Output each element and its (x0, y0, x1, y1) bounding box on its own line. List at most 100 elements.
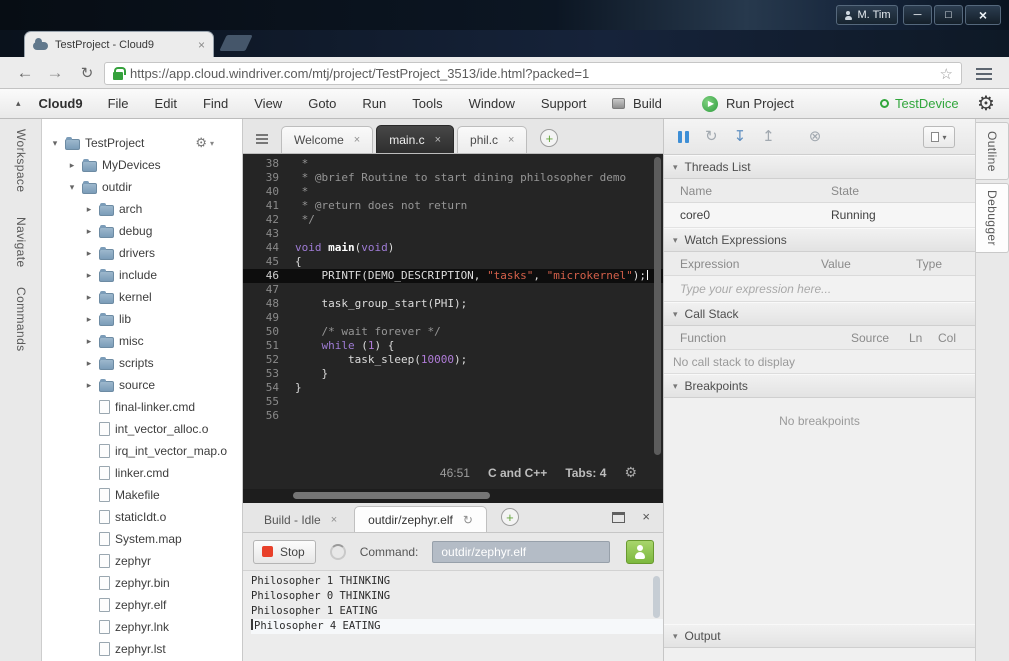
gutter-line-number[interactable]: 40 (243, 185, 279, 199)
callstack-section-header[interactable]: ▾ Call Stack (664, 302, 975, 326)
console-tab-zephyr[interactable]: outdir/zephyr.elf ↻ (354, 506, 487, 532)
menu-edit[interactable]: Edit (142, 96, 190, 111)
gutter-line-number[interactable]: 49 (243, 311, 279, 325)
editor-tab-main-c[interactable]: main.c × (376, 125, 455, 153)
rail-tab-outline[interactable]: Outline (976, 122, 1009, 180)
gutter-line-number[interactable]: 43 (243, 227, 279, 241)
editor-vertical-scrollbar[interactable] (654, 157, 661, 455)
syntax-mode[interactable]: C and C++ (488, 466, 547, 480)
gutter-line-number[interactable]: 50 (243, 325, 279, 339)
menu-window[interactable]: Window (456, 96, 528, 111)
build-button[interactable]: Build (612, 89, 662, 118)
gutter-line-number[interactable]: 51 (243, 339, 279, 353)
menu-run[interactable]: Run (349, 96, 399, 111)
gutter-line-number[interactable]: 41 (243, 199, 279, 213)
gutter-line-number[interactable]: 55 (243, 395, 279, 409)
tree-item[interactable]: ▸ misc (42, 330, 242, 352)
tree-item[interactable]: ▸ drivers (42, 242, 242, 264)
browser-menu-button[interactable] (972, 63, 996, 84)
pause-button[interactable] (678, 130, 689, 143)
back-button[interactable]: ← (12, 60, 38, 86)
user-button[interactable]: M. Tim (836, 5, 898, 25)
minimize-button[interactable]: ─ (903, 5, 932, 25)
editor-tab-welcome[interactable]: Welcome × (281, 126, 374, 153)
rail-tab-workspace[interactable]: Workspace (14, 129, 28, 192)
run-target-button[interactable] (626, 539, 655, 564)
menu-find[interactable]: Find (190, 96, 241, 111)
menu-support[interactable]: Support (528, 96, 600, 111)
tree-item[interactable]: staticIdt.o (42, 506, 242, 528)
threads-section-header[interactable]: ▾ Threads List (664, 155, 975, 179)
forward-button[interactable]: → (42, 60, 68, 86)
tab-close-icon[interactable]: × (198, 39, 205, 51)
tree-item[interactable]: ▾ outdir (42, 176, 242, 198)
code-area[interactable]: 38 * 39 * @brief Routine to start dining … (243, 157, 663, 423)
gutter-line-number[interactable]: 45 (243, 255, 279, 269)
tree-item[interactable]: zephyr.bin (42, 572, 242, 594)
tree-item[interactable]: System.map (42, 528, 242, 550)
step-out-button[interactable]: ↥ (762, 129, 775, 144)
tree-item[interactable]: ▸ source (42, 374, 242, 396)
disclosure-icon[interactable]: ▸ (84, 226, 94, 237)
tree-item[interactable]: zephyr.lst (42, 638, 242, 660)
close-window-button[interactable]: × (965, 5, 1001, 25)
gutter-line-number[interactable]: 44 (243, 241, 279, 255)
maximize-panel-icon[interactable] (612, 512, 625, 523)
tab-size[interactable]: Tabs: 4 (565, 466, 606, 480)
collapse-menubar-icon[interactable]: ▴ (10, 98, 27, 109)
step-into-button[interactable]: ↧ (734, 129, 747, 144)
tree-item[interactable]: final-linker.cmd (42, 396, 242, 418)
close-panel-icon[interactable]: × (642, 509, 650, 524)
maximize-button[interactable]: □ (934, 5, 963, 25)
disclosure-icon[interactable]: ▾ (67, 182, 77, 193)
disclosure-icon[interactable]: ▸ (84, 204, 94, 215)
tab-list-button[interactable] (251, 126, 273, 150)
device-button[interactable]: TestDevice (880, 89, 959, 118)
gutter-line-number[interactable]: 54 (243, 381, 279, 395)
tree-item[interactable]: zephyr.lnk (42, 616, 242, 638)
disclosure-icon[interactable]: ▸ (84, 248, 94, 259)
tree-item[interactable]: ▸ debug (42, 220, 242, 242)
disclosure-icon[interactable]: ▾ (50, 138, 60, 149)
new-tab-button[interactable] (219, 35, 253, 51)
tree-item[interactable]: int_vector_alloc.o (42, 418, 242, 440)
disclosure-icon[interactable]: ▸ (84, 358, 94, 369)
gutter-line-number[interactable]: 53 (243, 367, 279, 381)
address-bar[interactable]: https://app.cloud.windriver.com/mtj/proj… (104, 62, 962, 85)
menu-file[interactable]: File (95, 96, 142, 111)
tree-item[interactable]: ▸ scripts (42, 352, 242, 374)
bookmark-star-icon[interactable]: ☆ (940, 65, 953, 83)
disclosure-icon[interactable]: ▸ (84, 380, 94, 391)
debug-source-button[interactable]: ▾ (923, 126, 955, 148)
cloud9-brand[interactable]: Cloud9 (27, 96, 95, 111)
project-settings-button[interactable]: ⚙ ▾ (195, 135, 214, 151)
tree-item[interactable]: Makefile (42, 484, 242, 506)
rail-tab-debugger[interactable]: Debugger (976, 183, 1009, 253)
console-output[interactable]: Philosopher 1 THINKING Philosopher 0 THIN… (243, 571, 663, 661)
disclosure-icon[interactable]: ▸ (84, 314, 94, 325)
tree-item[interactable]: irq_int_vector_map.o (42, 440, 242, 462)
output-section-header[interactable]: ▾ Output (664, 624, 975, 648)
ide-settings-button[interactable]: ⚙ (968, 89, 1004, 118)
tree-item[interactable]: ▸ kernel (42, 286, 242, 308)
stop-button[interactable]: Stop (253, 539, 316, 564)
gutter-line-number[interactable]: 56 (243, 409, 279, 423)
tab-close-icon[interactable]: × (331, 514, 337, 526)
disclosure-icon[interactable]: ▸ (67, 160, 77, 171)
reload-button[interactable]: ↻ (74, 60, 100, 86)
code-editor[interactable]: 38 * 39 * @brief Routine to start dining … (243, 154, 663, 503)
disclosure-icon[interactable]: ▸ (84, 336, 94, 347)
editor-tab-phil-c[interactable]: phil.c × (457, 126, 528, 153)
cursor-position[interactable]: 46:51 (440, 466, 470, 480)
browser-tab[interactable]: TestProject - Cloud9 × (24, 31, 214, 57)
gutter-line-number[interactable]: 39 (243, 171, 279, 185)
stop-debug-button[interactable]: ⊗ (809, 129, 822, 144)
menu-tools[interactable]: Tools (399, 96, 455, 111)
gutter-line-number[interactable]: 52 (243, 353, 279, 367)
gutter-line-number[interactable]: 47 (243, 283, 279, 297)
file-tree[interactable]: ▾ TestProject ▸ MyDevices ▾ outdir ▸ arch ▸ debug… (42, 119, 242, 660)
tree-item[interactable]: zephyr.elf (42, 594, 242, 616)
tab-close-icon[interactable]: × (508, 134, 514, 146)
breakpoints-section-header[interactable]: ▾ Breakpoints (664, 374, 975, 398)
console-scrollbar[interactable] (653, 576, 660, 618)
